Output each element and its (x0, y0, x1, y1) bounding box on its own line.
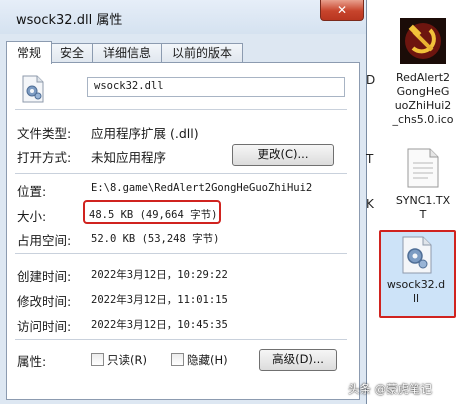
title-bar[interactable]: wsock32.dll 属性 ✕ (0, 0, 366, 34)
file-type-value: 应用程序扩展 (.dll) (91, 126, 199, 141)
window-title: wsock32.dll 属性 (16, 13, 123, 28)
open-with-label: 打开方式: (17, 150, 72, 165)
change-button[interactable]: 更改(C)... (232, 144, 334, 166)
created-value: 2022年3月12日，10:29:22 (91, 269, 228, 281)
modified-label: 修改时间: (17, 294, 72, 309)
general-panel: wsock32.dll 文件类型: 应用程序扩展 (.dll) 打开方式: 未知… (6, 62, 360, 400)
file-name-text: wsock32.dll (94, 80, 164, 92)
file-type-label: 文件类型: (17, 126, 72, 141)
file-name-field[interactable]: wsock32.dll (87, 77, 345, 97)
desktop-icon-sync-txt[interactable]: SYNC1.TX T (386, 148, 460, 228)
size-label: 大小: (17, 209, 47, 224)
desktop-icon-wsock32[interactable]: wsock32.d ll (379, 230, 456, 318)
tab-details[interactable]: 详细信息 (92, 43, 162, 63)
clipped-desktop-label: T (366, 152, 374, 166)
location-value: E:\8.game\RedAlert2GongHeGuoZhiHui2 (91, 182, 313, 194)
tab-general[interactable]: 常规 (6, 41, 52, 64)
divider (15, 173, 347, 174)
modified-value: 2022年3月12日，11:01:15 (91, 294, 228, 306)
created-label: 创建时间: (17, 269, 72, 284)
readonly-checkbox[interactable] (91, 353, 104, 366)
hidden-label: 隐藏(H) (187, 353, 228, 367)
size-on-disk-label: 占用空间: (17, 233, 72, 248)
advanced-button[interactable]: 高级(D)... (259, 349, 337, 371)
hidden-checkbox[interactable] (171, 353, 184, 366)
text-document-icon (406, 148, 440, 188)
properties-dialog: wsock32.dll 属性 ✕ 常规 安全 详细信息 以前的版本 wsock3… (0, 0, 367, 404)
dll-file-icon (21, 75, 45, 103)
tab-previous-versions[interactable]: 以前的版本 (161, 43, 243, 63)
desktop-icon-redalert[interactable]: RedAlert2 GongHeG uoZhiHui2 _chs5.0.ico (386, 16, 460, 140)
open-with-value: 未知应用程序 (91, 150, 167, 165)
accessed-label: 访问时间: (17, 319, 72, 334)
desktop-icon-label: RedAlert2 GongHeG uoZhiHui2 _chs5.0.ico (392, 71, 454, 126)
size-value: 48.5 KB (49,664 字节) (89, 209, 218, 221)
desktop-icon-label: wsock32.d ll (386, 278, 446, 305)
size-on-disk-value: 52.0 KB (53,248 字节) (91, 233, 220, 245)
tab-security[interactable]: 安全 (51, 43, 93, 63)
watermark-text: 头条 @蒙虎笔记 (348, 382, 433, 396)
readonly-label: 只读(R) (107, 353, 147, 367)
hammer-sickle-icon (400, 18, 446, 64)
clipped-desktop-label: K (366, 197, 374, 211)
attributes-label: 属性: (17, 354, 47, 369)
divider (15, 109, 347, 110)
desktop-icon-label: SYNC1.TX T (395, 194, 451, 221)
clipped-desktop-label: D (366, 73, 376, 87)
close-button[interactable]: ✕ (320, 0, 364, 21)
accessed-value: 2022年3月12日，10:45:35 (91, 319, 228, 331)
divider (15, 253, 347, 254)
dll-gear-icon (401, 236, 433, 274)
divider (15, 339, 347, 340)
location-label: 位置: (17, 184, 47, 199)
